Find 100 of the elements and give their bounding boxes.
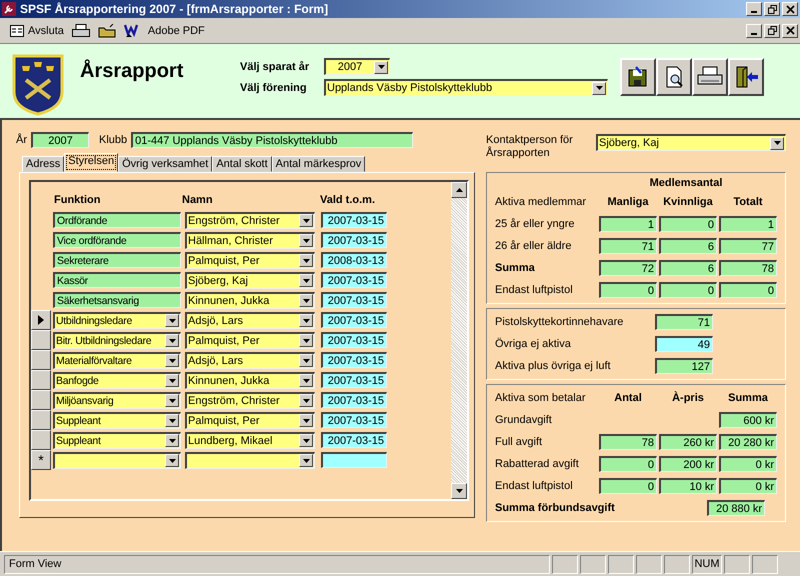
function-dropdown[interactable]: Suppleant xyxy=(53,412,181,428)
exit-button[interactable]: Avsluta xyxy=(8,20,66,40)
date-field[interactable]: 2007-03-15 xyxy=(321,392,387,408)
name-dropdown[interactable]: Adsjö, Lars xyxy=(185,352,315,368)
dropdown-button[interactable] xyxy=(299,294,313,307)
date-field[interactable] xyxy=(321,452,387,468)
restore-button[interactable] xyxy=(764,2,780,16)
record-selector[interactable] xyxy=(31,350,51,370)
record-selector[interactable] xyxy=(31,310,51,330)
row-label: 25 år eller yngre xyxy=(495,218,576,230)
date-field[interactable]: 2007-03-15 xyxy=(321,372,387,388)
dropdown-button[interactable] xyxy=(299,414,313,427)
name-dropdown[interactable]: Palmquist, Per xyxy=(185,252,315,268)
dropdown-button[interactable] xyxy=(299,334,313,347)
restore-button[interactable] xyxy=(764,24,780,38)
name-dropdown[interactable]: Engström, Christer xyxy=(185,392,315,408)
dropdown-button[interactable] xyxy=(299,394,313,407)
close-button[interactable] xyxy=(728,58,764,96)
name-dropdown[interactable]: Engström, Christer xyxy=(185,212,315,228)
date-field[interactable]: 2007-03-15 xyxy=(321,312,387,328)
date-field[interactable]: 2007-03-15 xyxy=(321,332,387,348)
dropdown-button[interactable] xyxy=(299,354,313,367)
count-field: 0 xyxy=(599,456,657,472)
name-dropdown[interactable]: Adsjö, Lars xyxy=(185,312,315,328)
contact-dropdown[interactable]: Sjöberg, Kaj xyxy=(596,134,786,151)
name-dropdown[interactable]: Hällman, Christer xyxy=(185,232,315,248)
scrollbar[interactable] xyxy=(451,182,467,499)
contact-label: Kontaktperson för Årsrapporten xyxy=(486,134,574,160)
name-dropdown[interactable]: Kinnunen, Jukka xyxy=(185,372,315,388)
record-selector[interactable] xyxy=(31,390,51,410)
column-header: Summa xyxy=(727,392,769,404)
minimize-button[interactable] xyxy=(746,2,762,16)
dropdown-button[interactable] xyxy=(165,374,179,387)
name-dropdown[interactable]: Palmquist, Per xyxy=(185,412,315,428)
function-dropdown[interactable]: Banfogde xyxy=(53,372,181,388)
dropdown-button[interactable] xyxy=(165,394,179,407)
dropdown-button[interactable] xyxy=(374,60,388,74)
new-record-selector[interactable]: * xyxy=(31,450,51,470)
year-dropdown[interactable]: 2007 xyxy=(324,58,390,75)
name-dropdown[interactable]: Lundberg, Mikael xyxy=(185,432,315,448)
name-dropdown[interactable]: Palmquist, Per xyxy=(185,332,315,348)
dropdown-button[interactable] xyxy=(299,454,313,467)
dropdown-button[interactable] xyxy=(165,414,179,427)
date-field[interactable]: 2007-03-15 xyxy=(321,412,387,428)
pdf-button[interactable]: Adobe PDF xyxy=(146,20,207,40)
dropdown-button[interactable] xyxy=(299,374,313,387)
name-dropdown[interactable]: Kinnunen, Jukka xyxy=(185,292,315,308)
dropdown-button[interactable] xyxy=(299,434,313,447)
dropdown-button[interactable] xyxy=(592,82,606,94)
tab[interactable]: Styrelsen xyxy=(64,153,118,172)
club-field[interactable]: 01-447 Upplands Väsby Pistolskytteklubb xyxy=(131,132,414,148)
dropdown-button[interactable] xyxy=(165,434,179,447)
function-dropdown[interactable]: Miljöansvarig xyxy=(53,392,181,408)
tab[interactable]: Antal märkesprov xyxy=(272,156,366,172)
function-dropdown[interactable] xyxy=(53,452,181,468)
close-button[interactable] xyxy=(782,2,798,16)
record-selector[interactable] xyxy=(31,370,51,390)
function-dropdown[interactable]: Utbildningsledare xyxy=(53,312,181,328)
dropdown-button[interactable] xyxy=(165,354,179,367)
caret-icon xyxy=(302,358,310,362)
date-field[interactable]: 2007-03-15 xyxy=(321,212,387,228)
dropdown-button[interactable] xyxy=(299,214,313,227)
minimize-button[interactable] xyxy=(746,24,762,38)
close-button[interactable] xyxy=(782,24,798,38)
name-dropdown[interactable]: Sjöberg, Kaj xyxy=(185,272,315,288)
tab[interactable]: Övrig verksamhet xyxy=(118,156,212,172)
name-dropdown[interactable] xyxy=(185,452,315,468)
dropdown-button[interactable] xyxy=(165,314,179,327)
date-field[interactable]: 2007-03-15 xyxy=(321,232,387,248)
dropdown-button[interactable] xyxy=(299,234,313,247)
scroll-up-button[interactable] xyxy=(451,182,467,198)
dropdown-button[interactable] xyxy=(165,454,179,467)
date-field[interactable]: 2007-03-15 xyxy=(321,272,387,288)
club-dropdown[interactable]: Upplands Väsby Pistolskytteklubb xyxy=(324,79,608,96)
preview-button[interactable] xyxy=(656,58,692,96)
dropdown-button[interactable] xyxy=(299,314,313,327)
record-selector[interactable] xyxy=(31,430,51,450)
date-field[interactable]: 2007-03-15 xyxy=(321,432,387,448)
save-button[interactable] xyxy=(620,58,656,96)
dropdown-button[interactable] xyxy=(165,334,179,347)
scroll-down-button[interactable] xyxy=(451,483,467,499)
date-field[interactable]: 2007-03-15 xyxy=(321,352,387,368)
print-button[interactable] xyxy=(692,58,728,96)
date-field[interactable]: 2007-03-15 xyxy=(321,292,387,308)
price-field: 10 kr xyxy=(659,478,717,494)
dropdown-button[interactable] xyxy=(299,274,313,287)
tab[interactable]: Adress xyxy=(22,156,64,172)
function-dropdown[interactable]: Materialförvaltare xyxy=(53,352,181,368)
year-field[interactable]: 2007 xyxy=(31,132,89,148)
dropdown-button[interactable] xyxy=(770,136,784,150)
record-selector[interactable] xyxy=(31,330,51,350)
amount-field: 20 280 kr xyxy=(719,434,777,450)
function-dropdown[interactable]: Suppleant xyxy=(53,432,181,448)
count-field: 71 xyxy=(599,238,657,254)
function-dropdown[interactable]: Bitr. Utbildningsledare xyxy=(53,332,181,348)
caret-icon xyxy=(302,298,310,302)
record-selector[interactable] xyxy=(31,410,51,430)
date-field[interactable]: 2008-03-13 xyxy=(321,252,387,268)
dropdown-button[interactable] xyxy=(299,254,313,267)
tab[interactable]: Antal skott xyxy=(212,156,272,172)
